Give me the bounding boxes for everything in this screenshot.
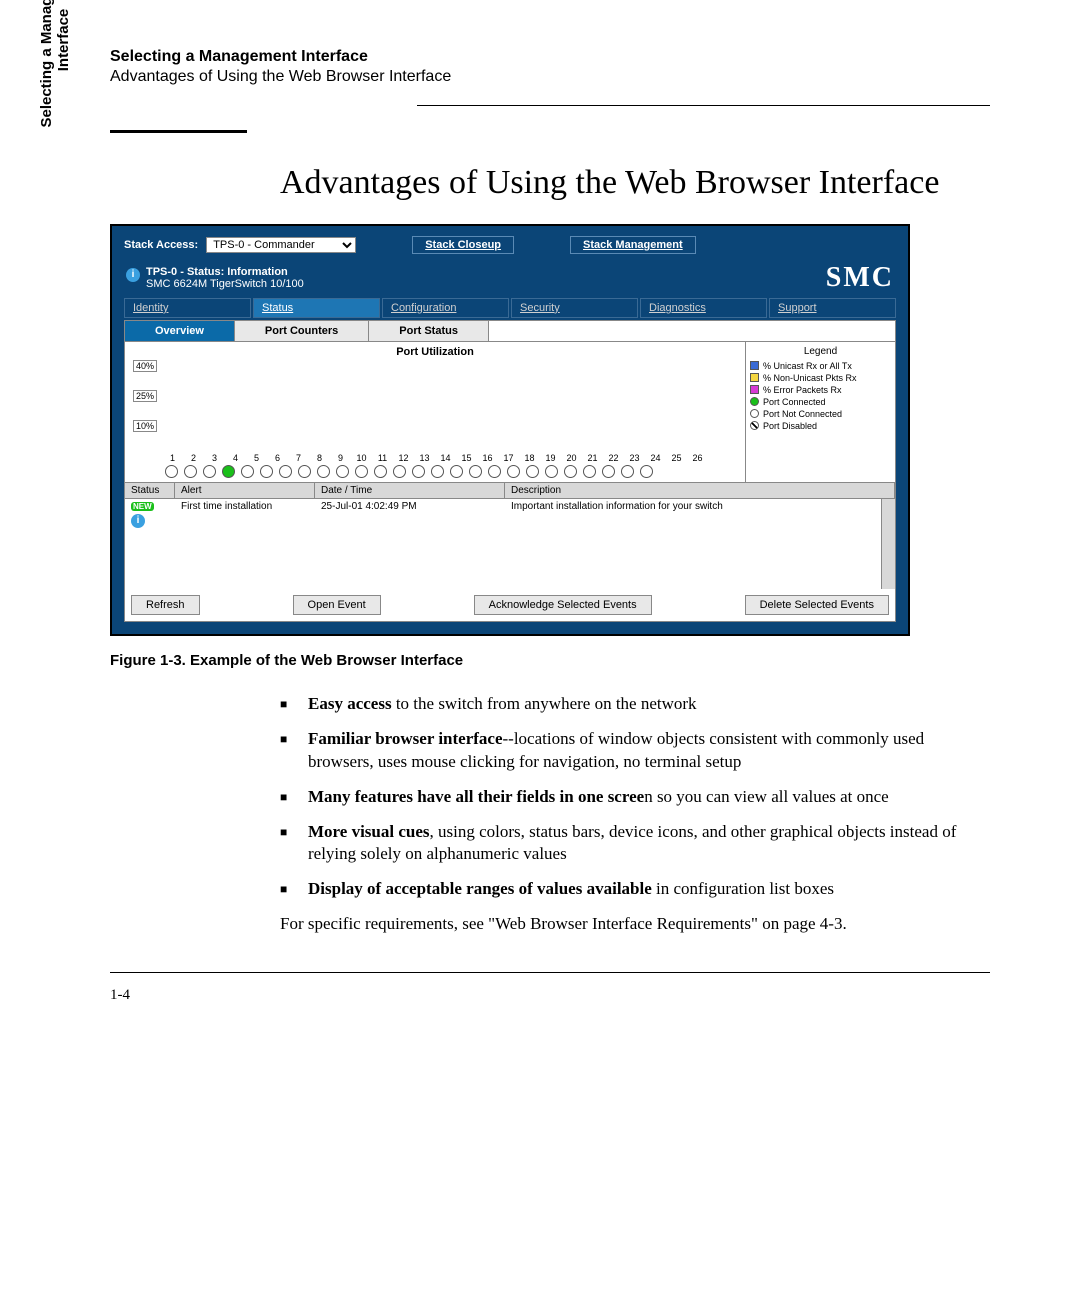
port-indicator[interactable]	[412, 465, 425, 478]
bullet-item: Many features have all their fields in o…	[280, 786, 990, 809]
legend-item: Port Disabled	[750, 421, 891, 431]
port-indicator[interactable]	[393, 465, 406, 478]
port-indicator[interactable]	[222, 465, 235, 478]
bullet-list: Easy access to the switch from anywhere …	[280, 693, 990, 902]
port-indicator[interactable]	[355, 465, 368, 478]
port-indicator[interactable]	[241, 465, 254, 478]
footer-paragraph: For specific requirements, see "Web Brow…	[280, 913, 990, 936]
delete-events-button[interactable]: Delete Selected Events	[745, 595, 889, 615]
port-indicator[interactable]	[583, 465, 596, 478]
stack-management-button[interactable]: Stack Management	[570, 236, 696, 254]
y-tick: 10%	[133, 420, 157, 432]
acknowledge-button[interactable]: Acknowledge Selected Events	[474, 595, 652, 615]
legend-item: % Non-Unicast Pkts Rx	[750, 373, 891, 383]
event-row[interactable]: NEW i First time installation 25-Jul-01 …	[125, 499, 895, 589]
port-indicator[interactable]	[431, 465, 444, 478]
legend-item: Port Not Connected	[750, 409, 891, 419]
legend-title: Legend	[750, 346, 891, 357]
legend-item: % Unicast Rx or All Tx	[750, 361, 891, 371]
legend-item: % Error Packets Rx	[750, 385, 891, 395]
page-number: 1-4	[110, 987, 990, 1004]
device-status-title: TPS-0 - Status: Information	[146, 266, 304, 278]
port-indicator[interactable]	[450, 465, 463, 478]
stack-access-label: Stack Access:	[124, 239, 198, 251]
bullet-item: Familiar browser interface--locations of…	[280, 728, 990, 774]
port-indicator[interactable]	[564, 465, 577, 478]
port-indicator[interactable]	[640, 465, 653, 478]
tab-diagnostics[interactable]: Diagnostics	[640, 298, 767, 318]
screenshot-figure: Stack Access: TPS-0 - Commander Stack Cl…	[110, 224, 910, 636]
port-indicator[interactable]	[545, 465, 558, 478]
stack-access-select[interactable]: TPS-0 - Commander	[206, 237, 356, 253]
chart-title: Port Utilization	[129, 346, 741, 358]
side-tab-label: Selecting a Management Interface	[38, 0, 72, 140]
port-indicator[interactable]	[374, 465, 387, 478]
refresh-button[interactable]: Refresh	[131, 595, 200, 615]
tab-status[interactable]: Status	[253, 298, 380, 318]
port-indicator[interactable]	[317, 465, 330, 478]
running-head-subtitle: Advantages of Using the Web Browser Inte…	[110, 68, 990, 86]
event-alert: First time installation	[175, 499, 315, 514]
port-indicator[interactable]	[260, 465, 273, 478]
subtab-overview[interactable]: Overview	[125, 321, 235, 341]
running-head-title: Selecting a Management Interface	[110, 48, 990, 66]
bullet-item: Display of acceptable ranges of values a…	[280, 878, 990, 901]
footer-rule	[110, 972, 990, 973]
info-icon: i	[126, 268, 140, 282]
tab-configuration[interactable]: Configuration	[382, 298, 509, 318]
port-indicator[interactable]	[165, 465, 178, 478]
port-indicator[interactable]	[298, 465, 311, 478]
smc-logo: SMC	[826, 262, 894, 294]
chart-legend: Legend % Unicast Rx or All Tx % Non-Unica…	[745, 342, 895, 482]
open-event-button[interactable]: Open Event	[293, 595, 381, 615]
event-table-header: Status Alert Date / Time Description	[125, 483, 895, 499]
port-indicator[interactable]	[488, 465, 501, 478]
event-date: 25-Jul-01 4:02:49 PM	[315, 499, 505, 514]
new-badge: NEW	[131, 502, 154, 511]
tab-security[interactable]: Security	[511, 298, 638, 318]
info-icon: i	[131, 514, 145, 528]
y-tick: 40%	[133, 360, 157, 372]
port-indicator[interactable]	[279, 465, 292, 478]
stack-closeup-button[interactable]: Stack Closeup	[412, 236, 514, 254]
port-indicator[interactable]	[621, 465, 634, 478]
port-utilization-chart: Port Utilization 40% 25% 10% 12345678910…	[125, 342, 745, 482]
bullet-item: Easy access to the switch from anywhere …	[280, 693, 990, 716]
event-desc: Important installation information for y…	[505, 499, 895, 514]
section-rule	[110, 106, 990, 133]
scrollbar[interactable]	[881, 499, 895, 589]
port-indicator[interactable]	[526, 465, 539, 478]
figure-caption: Figure 1-3. Example of the Web Browser I…	[110, 652, 990, 669]
port-indicator[interactable]	[469, 465, 482, 478]
port-indicator[interactable]	[184, 465, 197, 478]
tab-support[interactable]: Support	[769, 298, 896, 318]
page-title: Advantages of Using the Web Browser Inte…	[280, 163, 990, 204]
port-indicator[interactable]	[203, 465, 216, 478]
port-indicator[interactable]	[336, 465, 349, 478]
port-indicator[interactable]	[602, 465, 615, 478]
legend-item: Port Connected	[750, 397, 891, 407]
bullet-item: More visual cues, using colors, status b…	[280, 821, 990, 867]
subtab-port-status[interactable]: Port Status	[369, 321, 489, 341]
subtab-port-counters[interactable]: Port Counters	[235, 321, 369, 341]
tab-identity[interactable]: Identity	[124, 298, 251, 318]
port-indicator[interactable]	[507, 465, 520, 478]
y-tick: 25%	[133, 390, 157, 402]
device-model: SMC 6624M TigerSwitch 10/100	[146, 278, 304, 290]
